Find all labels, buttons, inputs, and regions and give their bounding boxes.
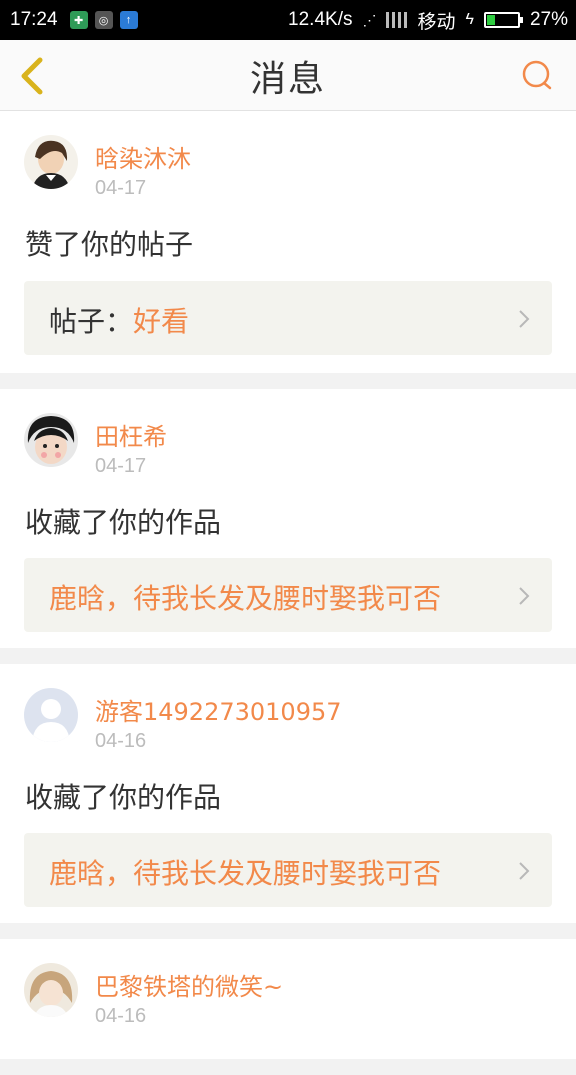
chevron-right-icon xyxy=(519,587,530,605)
data-activity-icon: ⋰ xyxy=(362,11,377,28)
app-notification-icon: ◎ xyxy=(94,11,113,29)
notification-icons: ✚ ◎ ↑ xyxy=(69,11,138,29)
charging-icon: ϟ xyxy=(465,11,474,28)
post-label: 帖子： xyxy=(49,305,134,338)
avatar[interactable] xyxy=(24,413,78,467)
message-date: 04-17 xyxy=(95,455,147,477)
chevron-right-icon xyxy=(519,862,530,880)
message-date: 04-16 xyxy=(95,730,147,752)
network-speed: 12.4K/s xyxy=(288,9,353,30)
message-action: 赞了你的帖子 xyxy=(25,228,194,261)
message-list: 晗染沐沐 04-17 赞了你的帖子 帖子：好看 田枉希 04-17 收藏了你的作… xyxy=(0,111,576,1075)
avatar[interactable] xyxy=(24,963,78,1017)
work-title: 鹿晗，待我长发及腰时娶我可否 xyxy=(49,857,442,890)
referenced-work[interactable]: 鹿晗，待我长发及腰时娶我可否 xyxy=(24,833,552,907)
upload-icon: ↑ xyxy=(119,11,138,29)
message-action: 收藏了你的作品 xyxy=(25,781,222,814)
app-header: 消息 xyxy=(0,40,576,111)
username[interactable]: 田枉希 xyxy=(95,417,167,452)
battery-icon xyxy=(483,12,523,28)
avatar[interactable] xyxy=(24,688,78,742)
message-action: 收藏了你的作品 xyxy=(25,506,222,539)
chevron-right-icon xyxy=(519,310,530,328)
username[interactable]: 晗染沐沐 xyxy=(95,139,191,174)
post-title: 好看 xyxy=(133,305,190,338)
message-date: 04-16 xyxy=(95,1005,147,1027)
carrier-name: 移动 xyxy=(417,11,456,33)
status-time: 17:24 xyxy=(10,9,58,30)
page-title: 消息 xyxy=(249,59,326,100)
battery-percent: 27% xyxy=(529,9,568,30)
username[interactable]: 游客1492273010957 xyxy=(95,692,342,727)
referenced-work[interactable]: 鹿晗，待我长发及腰时娶我可否 xyxy=(24,558,552,632)
search-icon[interactable] xyxy=(520,58,554,92)
referenced-post[interactable]: 帖子：好看 xyxy=(24,281,552,355)
message-item: 巴黎铁塔的微笑~ 04-16 xyxy=(0,939,576,1059)
post-reference: 帖子：好看 xyxy=(49,300,189,340)
avatar[interactable] xyxy=(24,135,78,189)
signal-icon xyxy=(386,12,408,28)
message-item: 晗染沐沐 04-17 赞了你的帖子 帖子：好看 xyxy=(0,111,576,373)
message-item: 游客1492273010957 04-16 收藏了你的作品 鹿晗，待我长发及腰时… xyxy=(0,664,576,923)
username[interactable]: 巴黎铁塔的微笑~ xyxy=(95,967,283,1002)
message-item: 田枉希 04-17 收藏了你的作品 鹿晗，待我长发及腰时娶我可否 xyxy=(0,389,576,648)
work-title: 鹿晗，待我长发及腰时娶我可否 xyxy=(49,582,442,615)
message-date: 04-17 xyxy=(95,177,147,199)
status-bar: 17:24 ✚ ◎ ↑ 12.4K/s ⋰ 移动 ϟ 27% xyxy=(0,0,576,40)
shield-icon: ✚ xyxy=(69,11,88,29)
